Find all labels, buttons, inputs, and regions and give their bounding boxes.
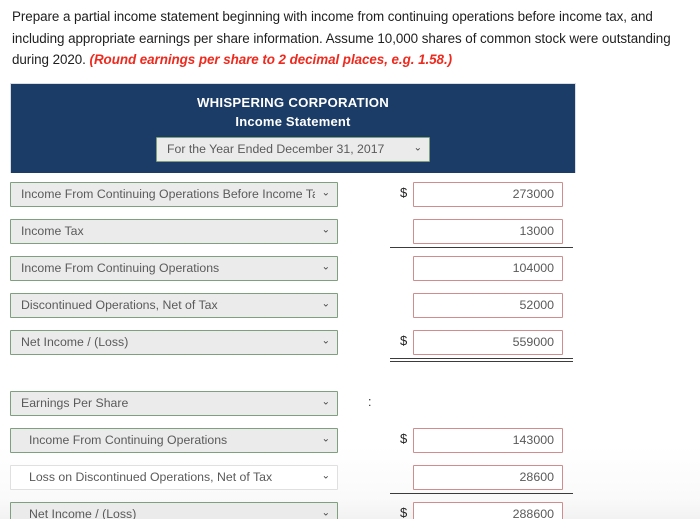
line-item-select-wrapper[interactable]: Income From Continuing Operations ⌄ [10, 427, 338, 453]
currency-symbol: $ [400, 332, 408, 348]
line-item-select[interactable]: Earnings Per Share [10, 390, 338, 416]
statement-title: Income Statement [235, 114, 351, 130]
amount-input[interactable] [413, 501, 563, 519]
question-instructions: Prepare a partial income statement begin… [12, 6, 690, 71]
statement-header: WHISPERING CORPORATION Income Statement … [10, 83, 576, 173]
amount-input[interactable] [413, 255, 563, 281]
statement-row: Income Tax ⌄ [10, 218, 576, 244]
company-name: WHISPERING CORPORATION [196, 95, 390, 110]
amount-input[interactable] [413, 427, 563, 453]
statement-row: Discontinued Operations, Net of Tax ⌄ [10, 292, 576, 318]
page-root: Prepare a partial income statement begin… [0, 0, 700, 519]
line-item-select[interactable]: Discontinued Operations, Net of Tax [10, 292, 338, 318]
line-item-select[interactable]: Income From Continuing Operations Before… [10, 181, 338, 207]
colon-separator: : [368, 394, 372, 409]
statement-row: Income From Continuing Operations ⌄ [10, 255, 576, 281]
subtotal-rule [390, 246, 573, 248]
line-item-select[interactable]: Income From Continuing Operations [10, 427, 338, 453]
statement-row: Earnings Per Share ⌄: [10, 390, 576, 416]
line-item-select-wrapper[interactable]: Income From Continuing Operations Before… [10, 181, 338, 207]
statement-row: Loss on Discontinued Operations, Net of … [10, 464, 576, 490]
line-item-select-wrapper[interactable]: Income From Continuing Operations ⌄ [10, 255, 338, 281]
period-select-wrapper[interactable]: For the Year Ended December 31, 2017 ⌄ [156, 136, 430, 162]
period-row: For the Year Ended December 31, 2017 ⌄ [11, 136, 575, 162]
currency-symbol: $ [400, 184, 408, 200]
period-select[interactable]: For the Year Ended December 31, 2017 [156, 136, 430, 162]
statement-row: Income From Continuing Operations Before… [10, 181, 576, 207]
currency-symbol: $ [400, 504, 408, 519]
line-item-select-wrapper[interactable]: Income Tax ⌄ [10, 218, 338, 244]
amount-input[interactable] [413, 218, 563, 244]
line-item-select-wrapper[interactable]: Loss on Discontinued Operations, Net of … [10, 464, 338, 490]
subtotal-rule [390, 492, 573, 494]
amount-input[interactable] [413, 181, 563, 207]
line-item-select-wrapper[interactable]: Earnings Per Share ⌄ [10, 390, 338, 416]
statement-row: Income From Continuing Operations ⌄ $ [10, 427, 576, 453]
statement-row: Net Income / (Loss) ⌄ $ [10, 501, 576, 519]
amount-input[interactable] [413, 292, 563, 318]
line-item-select[interactable]: Loss on Discontinued Operations, Net of … [10, 464, 338, 490]
line-item-select[interactable]: Income Tax [10, 218, 338, 244]
line-item-select[interactable]: Income From Continuing Operations [10, 255, 338, 281]
amount-input[interactable] [413, 464, 563, 490]
currency-symbol: $ [400, 430, 408, 446]
statement-rows: Income From Continuing Operations Before… [10, 173, 576, 519]
income-statement-panel: WHISPERING CORPORATION Income Statement … [10, 83, 576, 519]
line-item-select-wrapper[interactable]: Net Income / (Loss) ⌄ [10, 501, 338, 519]
amount-input[interactable] [413, 329, 563, 355]
line-item-select-wrapper[interactable]: Discontinued Operations, Net of Tax ⌄ [10, 292, 338, 318]
line-item-select-wrapper[interactable]: Net Income / (Loss) ⌄ [10, 329, 338, 355]
total-double-rule [390, 357, 573, 362]
line-item-select[interactable]: Net Income / (Loss) [10, 329, 338, 355]
line-item-select[interactable]: Net Income / (Loss) [10, 501, 338, 519]
statement-row: Net Income / (Loss) ⌄ $ [10, 329, 576, 355]
instruction-rounding-note: (Round earnings per share to 2 decimal p… [89, 52, 453, 68]
